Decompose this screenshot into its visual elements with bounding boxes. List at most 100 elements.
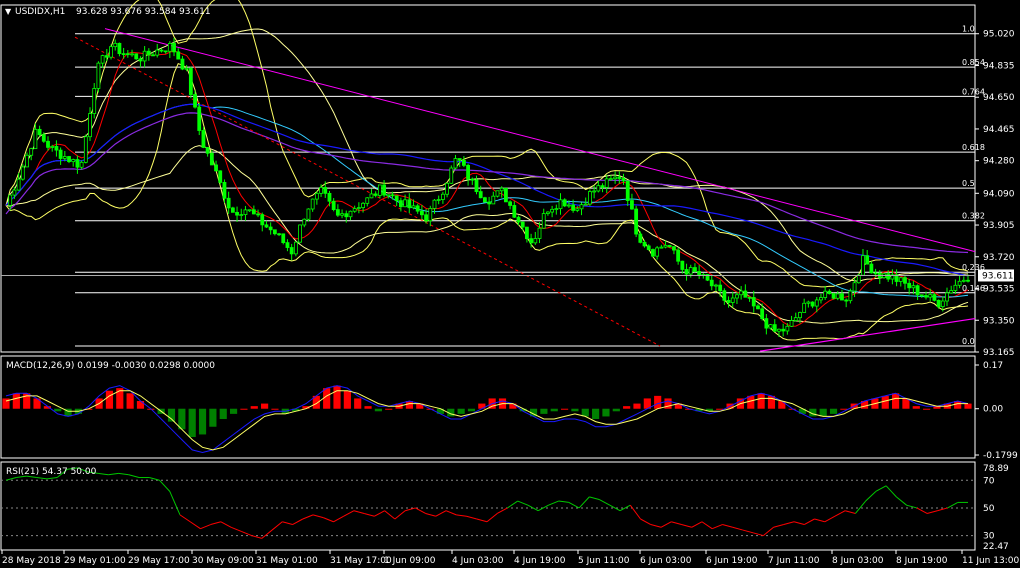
rsi-segment — [343, 510, 355, 517]
candle-body — [319, 187, 323, 194]
candle-body — [756, 305, 760, 310]
macd-header: MACD(12,26,9) 0.0199 -0.0030 0.0298 0.00… — [6, 361, 215, 371]
candle-body — [92, 88, 97, 114]
chart-canvas: 1.00.8540.7640.6180.50.3820.2360.1460.0 … — [0, 0, 1019, 566]
candle-body — [184, 67, 189, 70]
macd-histogram-bar — [881, 395, 889, 409]
time-tick-label: 8 Jun 19:00 — [896, 556, 948, 566]
candle-body — [193, 94, 197, 108]
candle-body — [617, 176, 622, 179]
candle-body — [29, 148, 34, 156]
macd-histogram-bar — [405, 401, 414, 409]
macd-histogram-bar — [654, 395, 662, 409]
candle-body — [634, 208, 639, 235]
rsi-segment — [640, 518, 651, 525]
macd-histogram-bar — [540, 408, 548, 414]
macd-histogram-bar — [912, 406, 920, 409]
rsi-segment — [507, 500, 518, 509]
candle-body — [314, 192, 319, 200]
macd-signal-line — [5, 390, 968, 451]
macd-tick-label: 0.17 — [983, 361, 1003, 371]
price-tick-label: 93.720 — [983, 253, 1015, 263]
macd-histogram-bar — [457, 408, 465, 414]
candle-body — [100, 55, 105, 64]
candle-body — [373, 193, 378, 196]
candle-body — [209, 152, 214, 166]
candle-body — [298, 224, 302, 243]
candle-body — [672, 246, 676, 251]
macd-histogram-bar — [374, 408, 382, 412]
rsi-segment — [36, 477, 48, 480]
macd-histogram-bar — [954, 401, 962, 409]
rsi-tick-label: 30 — [983, 532, 995, 542]
candle-body — [856, 274, 861, 284]
macd-histogram-bar — [261, 403, 269, 409]
rsi-segment — [926, 510, 938, 514]
candle-body — [625, 180, 630, 201]
price-tick-label: 93.165 — [983, 348, 1015, 358]
rsi-segment — [282, 521, 293, 526]
candle-body — [785, 325, 790, 332]
rsi-segment — [333, 515, 344, 523]
trend-lines — [74, 28, 976, 352]
rsi-segment — [292, 518, 304, 525]
candle-body — [113, 42, 118, 48]
candle-body — [676, 249, 681, 262]
rsi-segment — [302, 514, 314, 520]
macd-histogram-bar — [240, 408, 248, 410]
candle-body — [306, 208, 311, 220]
candle-body — [214, 164, 218, 172]
candle-body — [924, 295, 928, 298]
candle-body — [760, 308, 765, 319]
candle-body — [911, 285, 916, 289]
panel-menu-icon[interactable]: ▼ — [5, 7, 12, 16]
candle-body — [957, 280, 962, 286]
candle-body — [54, 146, 59, 151]
candle-body — [919, 294, 924, 297]
macd-histogram-bar — [333, 385, 341, 409]
candle-body — [722, 290, 727, 301]
rsi-segment — [241, 530, 252, 537]
price-tick-label: 93.350 — [983, 316, 1015, 326]
candle-body — [205, 147, 210, 154]
candle-body — [932, 294, 937, 301]
macd-histogram-bar — [747, 395, 755, 409]
rsi-segment — [179, 514, 191, 523]
time-tick-label: 29 May 01:00 — [64, 556, 126, 566]
candle-body — [398, 200, 403, 208]
candle-body — [533, 238, 538, 244]
price-axis: 95.020 94.835 94.650 94.465 94.280 94.090 93.9… — [1, 30, 1015, 358]
candle-body — [377, 184, 382, 196]
macd-histogram-bar — [550, 408, 558, 412]
price-tick-label: 94.090 — [983, 189, 1015, 199]
candle-body — [604, 178, 609, 188]
candle-body — [386, 194, 391, 197]
ohlc-readout: 93.628 93.676 93.584 93.611 — [76, 7, 211, 17]
rsi-segment — [364, 512, 375, 517]
candle-body — [403, 199, 407, 208]
candle-body — [67, 156, 71, 163]
candle-body — [642, 241, 647, 247]
rsi-segment — [671, 521, 682, 526]
candle-body — [83, 136, 88, 163]
candle-body — [764, 318, 769, 329]
candle-body — [659, 246, 664, 249]
candle-body — [655, 247, 660, 257]
candle-body — [928, 294, 933, 298]
rsi-segment — [312, 514, 324, 519]
candle-body — [344, 213, 349, 218]
macd-tick-label: -0.1799 — [983, 451, 1018, 461]
time-tick-label: 7 Jun 11:00 — [768, 556, 820, 566]
candle-body — [449, 167, 454, 184]
macd-histogram-bar — [354, 398, 362, 409]
rsi-segment — [425, 512, 436, 517]
candle-body — [432, 199, 437, 209]
candle-body — [579, 204, 584, 210]
rsi-segment — [189, 521, 201, 530]
candle-body — [461, 159, 466, 166]
bollinger-lower — [5, 62, 969, 341]
macd-line — [5, 385, 969, 454]
ma-fast — [5, 50, 969, 327]
candle-body — [256, 213, 260, 216]
rsi-segment — [128, 474, 140, 479]
